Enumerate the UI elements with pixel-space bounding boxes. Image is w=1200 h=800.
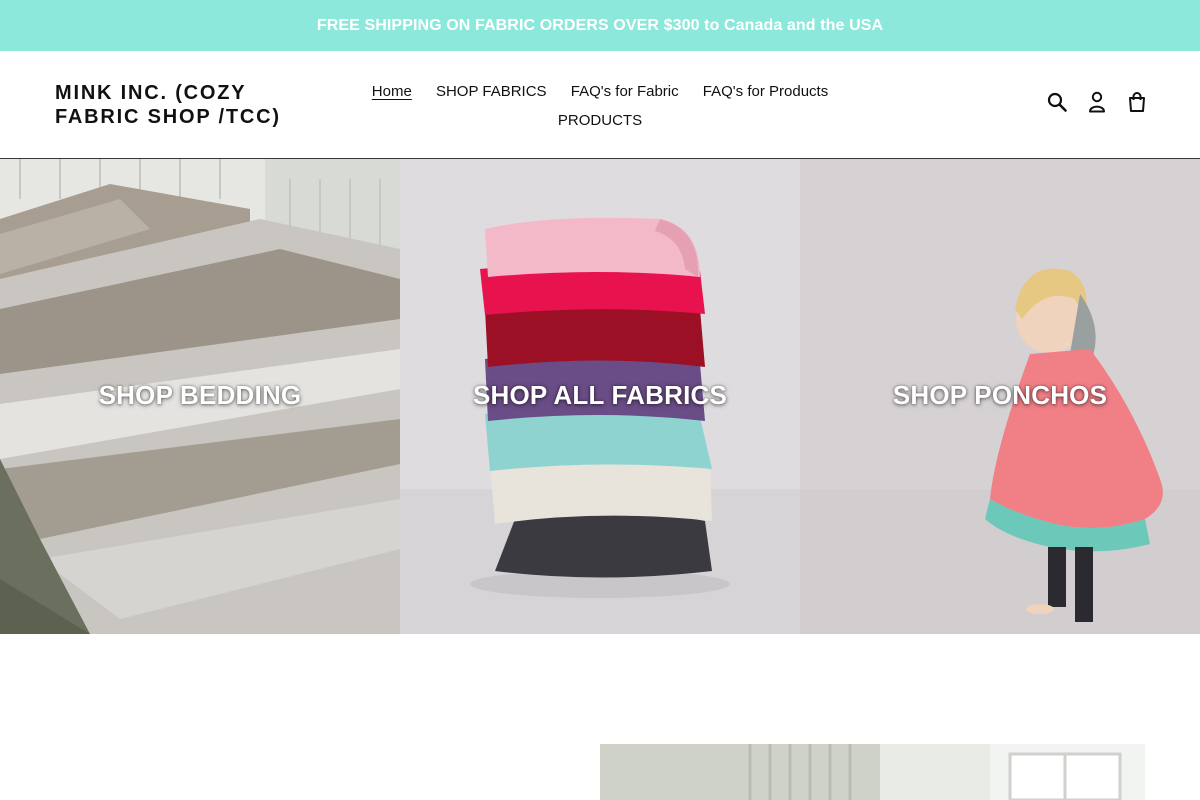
collection-tile-all-fabrics[interactable]: SHOP ALL FABRICS	[400, 159, 800, 634]
collection-label-ponchos: SHOP PONCHOS	[892, 380, 1108, 410]
cart-icon[interactable]	[1126, 91, 1148, 113]
collection-tile-ponchos[interactable]: SHOP PONCHOS	[800, 159, 1200, 634]
featured-image	[600, 744, 1145, 800]
header-icons	[1046, 91, 1148, 113]
announcement-text: FREE SHIPPING ON FABRIC ORDERS OVER $300…	[316, 16, 884, 34]
collection-label-bedding: SHOP BEDDING	[98, 380, 302, 410]
announcement-bar: FREE SHIPPING ON FABRIC ORDERS OVER $300…	[0, 0, 1200, 51]
account-icon[interactable]	[1086, 91, 1108, 113]
site-header: MINK INC. (COZY FABRIC SHOP /TCC) Home S…	[0, 51, 1200, 159]
store-logo-link[interactable]: MINK INC. (COZY FABRIC SHOP /TCC)	[55, 81, 315, 129]
nav-shop-fabrics[interactable]: SHOP FABRICS	[436, 77, 547, 106]
nav-faq-fabric[interactable]: FAQ's for Fabric	[571, 77, 679, 106]
search-icon[interactable]	[1046, 91, 1068, 113]
featured-bedroom-image	[600, 744, 1145, 800]
nav-products[interactable]: PRODUCTS	[558, 106, 642, 135]
collection-label-all-fabrics: SHOP ALL FABRICS	[472, 380, 728, 410]
nav-faq-products[interactable]: FAQ's for Products	[703, 77, 828, 106]
nav-home[interactable]: Home	[372, 77, 412, 106]
collection-grid: SHOP BEDDING SHOP ALL FABRICS SHOP PONCH…	[0, 159, 1200, 634]
main-nav: Home SHOP FABRICS FAQ's for Fabric FAQ's…	[340, 77, 860, 135]
collection-tile-bedding[interactable]: SHOP BEDDING	[0, 159, 400, 634]
